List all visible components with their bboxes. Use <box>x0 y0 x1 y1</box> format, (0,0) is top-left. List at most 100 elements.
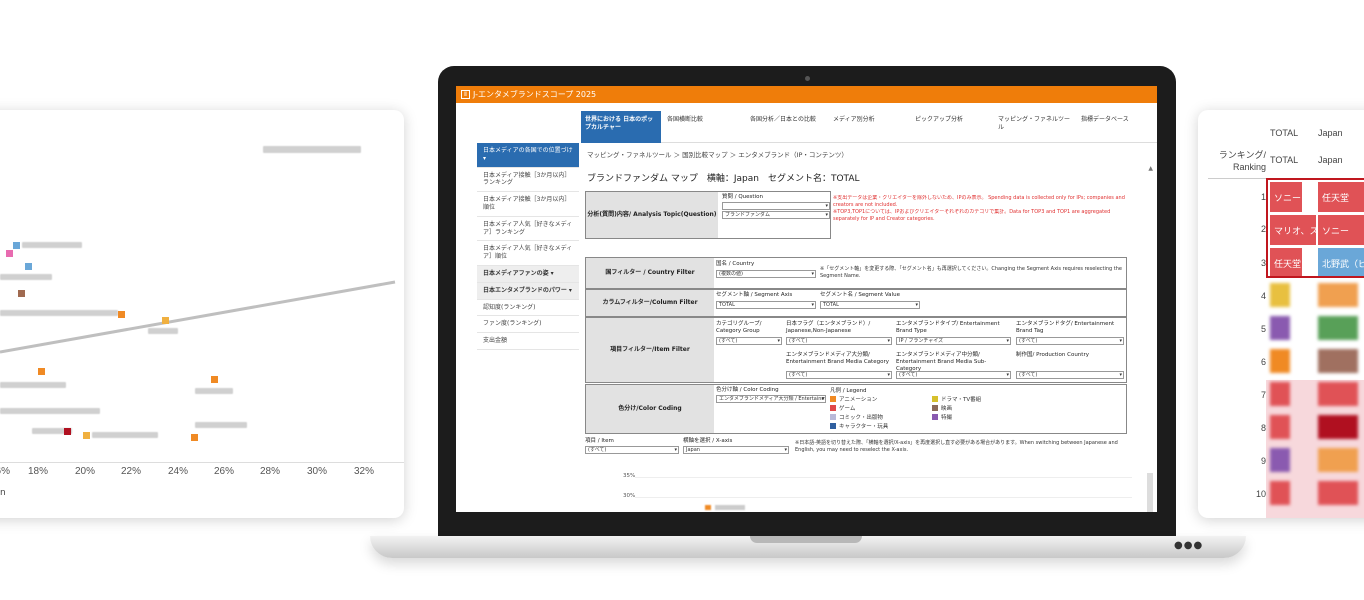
sidebar-group-fans[interactable]: 日本メディアファンの姿 ▾ <box>477 265 579 283</box>
column-filter-label: カラムフィルター/Column Filter <box>586 290 714 316</box>
main-content: マッピング・ファネルツール ＞ 国別比較マップ ＞ エンタメブランド（IP・コン… <box>581 143 1157 512</box>
x-axis-ticks: 16% 18% 20% 22% 24% 26% 28% 30% 32% <box>0 466 404 480</box>
data-point <box>13 242 20 249</box>
media-category-select[interactable]: (すべて) <box>786 371 892 379</box>
main-tabs: 世界における 日本のポップカルチャー 各国横断比較 各国分析／日本との比較 メデ… <box>581 111 1157 143</box>
brand-tag-caption: エンタメブランドタグ/ Entertainment Brand Tag <box>1016 321 1115 334</box>
sidebar-item-popularity-rank[interactable]: 日本メディア人気［好きなメディア］順位 <box>477 241 579 266</box>
production-country-select[interactable]: (すべて) <box>1016 371 1124 379</box>
breadcrumb[interactable]: マッピング・ファネルツール ＞ 国別比較マップ ＞ エンタメブランド（IP・コン… <box>587 149 848 159</box>
vertical-scrollbar[interactable] <box>1147 473 1153 512</box>
blurred-label <box>195 388 233 394</box>
legend-swatch <box>830 414 836 420</box>
blurred-label <box>263 146 361 153</box>
tab-pop-culture[interactable]: 世界における 日本のポップカルチャー <box>581 111 661 143</box>
tab-media-analysis[interactable]: メディア別分析 <box>829 111 911 143</box>
brand-type-caption: エンタメブランドタイプ/ Entertainment Brand Type <box>896 321 1000 334</box>
x-tick: 30% <box>306 466 328 477</box>
country-select[interactable]: (複数の値) <box>716 270 816 278</box>
segment-axis-caption: セグメント軸 / Segment Axis <box>716 292 793 298</box>
rank-number: 5 <box>1260 324 1266 334</box>
color-coding-filter: 色分け/Color Coding 色分け軸 / Color Coding エンタ… <box>585 384 1127 434</box>
legend-label: 映画 <box>941 406 953 412</box>
legend-item: 特撮 <box>932 413 952 421</box>
category-group-select[interactable]: (すべて) <box>716 337 782 345</box>
sidebar-item-contact-rank[interactable]: 日本メディア接触［3か月以内］順位 <box>477 192 579 217</box>
legend-label: 特撮 <box>941 415 953 421</box>
data-point <box>25 263 32 270</box>
media-subcategory-select[interactable]: (すべて) <box>896 371 1011 379</box>
xaxis-select[interactable]: Japan <box>683 446 789 454</box>
item-select[interactable]: (すべて) <box>585 446 679 454</box>
laptop-notch <box>750 536 862 543</box>
right-ranking-card: TOTAL Japan ランキング/ Ranking TOTAL Japan 1… <box>1198 110 1364 518</box>
rank-number: 8 <box>1260 423 1266 433</box>
question-select-1[interactable] <box>722 202 830 210</box>
blurred-label <box>148 328 178 334</box>
blurred-cell <box>1270 316 1290 340</box>
question-filter-label: 分析(質問)内容/ Analysis Topic(Question) <box>586 192 718 238</box>
blurred-cell <box>1270 415 1290 439</box>
segment-value-select[interactable]: TOTAL <box>820 301 920 309</box>
blurred-label <box>92 432 158 438</box>
sidebar-item-media-position[interactable]: 日本メディアの各国での位置づけ ▾ <box>477 143 579 168</box>
sidebar-item-awareness[interactable]: 認知度(ランキング) <box>477 300 579 317</box>
sidebar-item-popularity-ranking[interactable]: 日本メディア人気［好きなメディア］ランキング <box>477 217 579 242</box>
rank-number: 1 <box>1260 192 1266 202</box>
blurred-cell <box>1270 481 1290 505</box>
tab-pickup-analysis[interactable]: ピックアップ分析 <box>911 111 993 143</box>
color-axis-caption: 色分け軸 / Color Coding <box>716 387 779 393</box>
color-coding-label: 色分け/Color Coding <box>586 385 714 433</box>
country-filter-label: 国フィルター / Country Filter <box>586 258 714 288</box>
y-tick: 30% <box>623 493 636 499</box>
tab-index-database[interactable]: 指標データベース <box>1077 111 1157 143</box>
tab-mapping-funnel[interactable]: マッピング・ファネルツール <box>994 111 1076 143</box>
rank-number: 2 <box>1260 224 1266 234</box>
brand-type-select[interactable]: IP / フランチャイズ <box>896 337 1011 345</box>
column-header-japan: Japan <box>1318 155 1343 165</box>
media-category-caption: エンタメブランドメディア大分類/ Entertainment Brand Med… <box>786 352 889 365</box>
question-filter: 分析(質問)内容/ Analysis Topic(Question) 質問 / … <box>585 191 831 239</box>
left-chart-card: 16% 18% 20% 22% 24% 26% 28% 30% 32% n <box>0 110 404 518</box>
app-header: Ⅱ J-エンタメブランドスコープ 2025 <box>456 86 1157 103</box>
data-point <box>38 368 45 375</box>
data-point <box>6 250 13 257</box>
country-caption: 国名 / Country <box>716 261 755 267</box>
scroll-up-icon[interactable]: ▲ <box>1148 165 1153 172</box>
column-filter: カラムフィルター/Column Filter セグメント軸 / Segment … <box>585 289 1127 317</box>
tab-country-analysis[interactable]: 各国分析／日本との比較 <box>746 111 828 143</box>
app-title: J-エンタメブランドスコープ 2025 <box>473 90 597 99</box>
brand-logo-icon: Ⅱ <box>461 90 470 99</box>
legend-swatch <box>932 414 938 420</box>
map-chart-preview: 35% 30% <box>587 463 1132 512</box>
legend-label: アニメーション <box>839 397 878 403</box>
x-tick: 18% <box>27 466 49 477</box>
segment-axis-select[interactable]: TOTAL <box>716 301 816 309</box>
color-axis-select[interactable]: エンタメブランドメディア大分類 / Entertainm… <box>716 395 826 403</box>
blurred-label <box>0 310 118 316</box>
legend-item: ゲーム <box>830 404 855 412</box>
japanese-flag-select[interactable]: (すべて) <box>786 337 892 345</box>
tab-cross-country[interactable]: 各国横断比較 <box>663 111 743 143</box>
item-filter: 項目フィルター/Item Filter カテゴリグループ/ Category G… <box>585 317 1127 383</box>
column-header-japan: Japan <box>1318 128 1343 138</box>
item-filter-label: 項目フィルター/Item Filter <box>586 318 714 382</box>
sidebar-item-contact-ranking[interactable]: 日本メディア接触［3か月以内］ランキング <box>477 168 579 193</box>
legend-item: キャラクター・玩具 <box>830 422 888 430</box>
sidebar-group-brand-power[interactable]: 日本エンタメブランドのパワー ▾ <box>477 282 579 300</box>
x-tick: 20% <box>74 466 96 477</box>
country-filter: 国フィルター / Country Filter 国名 / Country (複数… <box>585 257 1127 289</box>
brand-tag-select[interactable]: (すべて) <box>1016 337 1124 345</box>
blurred-cell <box>1318 448 1358 472</box>
rank-number: 7 <box>1260 390 1266 400</box>
blurred-label <box>22 242 82 248</box>
sidebar-item-fandom[interactable]: ファン度(ランキング) <box>477 316 579 334</box>
question-select-2[interactable]: ブランドファンダム <box>722 211 830 219</box>
rank-header: ランキング/ Ranking <box>1218 150 1266 172</box>
x-tick: 32% <box>353 466 375 477</box>
data-point <box>211 376 218 383</box>
sidebar-item-spending[interactable]: 支出金額 <box>477 333 579 350</box>
blurred-cell <box>1270 382 1290 406</box>
legend-label: ゲーム <box>839 406 856 412</box>
x-axis <box>0 462 404 463</box>
